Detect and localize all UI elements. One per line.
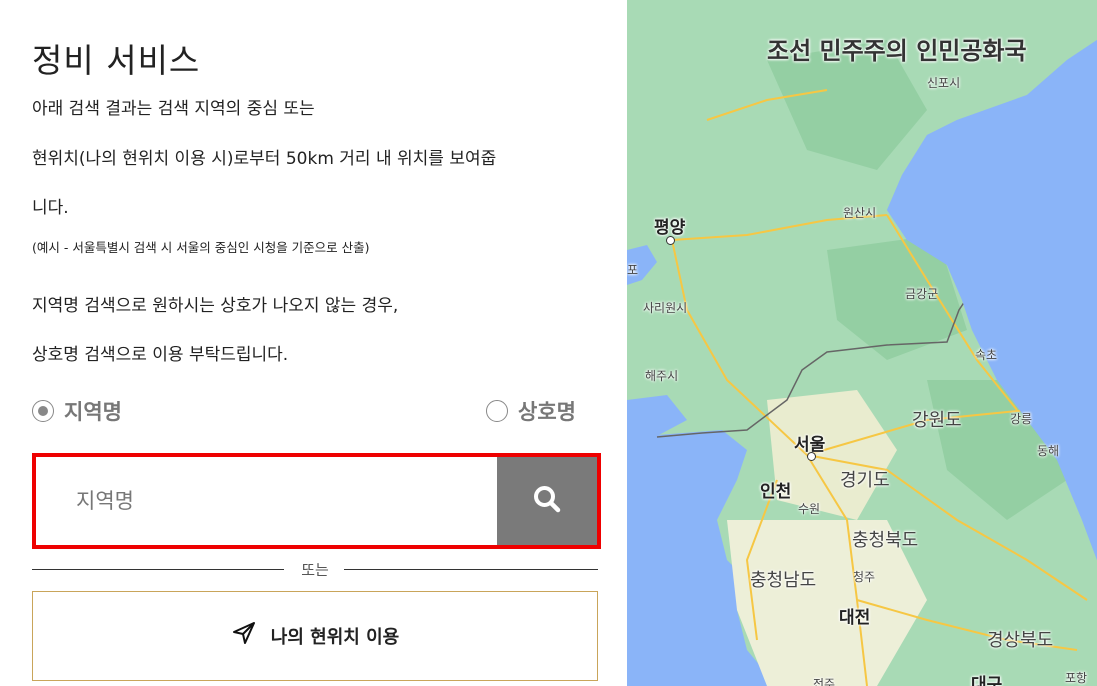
description-line-5: 상호명 검색으로 이용 부탁드립니다. (32, 345, 289, 365)
map-label-gyeongbuk: 경상북도 (987, 630, 1054, 651)
search-button[interactable] (497, 457, 597, 545)
description-note: (예시 - 서울특별시 검색 시 서울의 중심인 시청을 기준으로 산출) (32, 240, 370, 255)
map-label-sinpo: 신포시 (927, 76, 961, 90)
use-my-location-button[interactable]: 나의 현위치 이용 (32, 591, 598, 681)
map-label-pohang: 포항 (1065, 671, 1088, 685)
map-label-chungnam: 충청남도 (750, 570, 817, 591)
map-country-label: 조선 민주주의 인민공화국 (767, 37, 1027, 65)
search-input[interactable] (36, 457, 497, 545)
description-line-1: 아래 검색 결과는 검색 지역의 중심 또는 (32, 99, 315, 119)
service-panel: 정비 서비스 아래 검색 결과는 검색 지역의 중심 또는 현위치(나의 현위치… (0, 0, 627, 686)
description-line-4: 지역명 검색으로 원하시는 상호가 나오지 않는 경우, (32, 296, 399, 316)
use-my-location-label: 나의 현위치 이용 (270, 627, 400, 648)
map-label-jeonju: 전주 (813, 677, 836, 686)
map-label-kumgang: 금강군 (905, 287, 939, 301)
radio-region-label: 지역명 (64, 400, 122, 424)
search-box (32, 453, 601, 549)
map-label-gangneung: 강릉 (1010, 412, 1033, 426)
map-label-cheongju: 청주 (853, 570, 876, 584)
radio-shop-label: 상호명 (518, 400, 576, 424)
or-divider: 또는 (32, 558, 598, 580)
radio-region-option[interactable]: 지역명 (32, 396, 122, 426)
search-icon (532, 484, 562, 518)
or-text: 또는 (301, 561, 329, 579)
map-marker-seoul (807, 452, 816, 461)
map-marker-pyongyang (666, 236, 675, 245)
description-line-2: 현위치(나의 현위치 이용 시)로부터 50km 거리 내 위치를 보여줍 (32, 149, 497, 169)
description-line-3: 니다. (32, 198, 69, 218)
map-label-suwon: 수원 (798, 502, 821, 516)
map-label-daegu: 대구 (971, 675, 1003, 686)
map-label-gangwon: 강원도 (912, 410, 962, 431)
map-label-wonsan: 원산시 (843, 206, 877, 220)
map-label-pyongyang: 평양 (654, 218, 686, 238)
map-label-nampo: 포 (627, 263, 639, 277)
map-label-gyeonggi: 경기도 (840, 470, 890, 491)
radio-shop-option[interactable]: 상호명 (486, 396, 576, 426)
map-label-sariwon: 사리원시 (643, 301, 688, 315)
map-label-chungbuk: 충청북도 (852, 530, 919, 551)
map-label-daejeon: 대전 (839, 608, 871, 628)
radio-unselected-icon[interactable] (486, 400, 508, 422)
map-label-haeju: 해주시 (645, 369, 679, 383)
map-view[interactable]: 조선 민주주의 인민공화국 신포시 원산시 평양 포 사리원시 금강군 해주시 … (627, 0, 1097, 686)
map-label-donghae: 동해 (1037, 444, 1060, 458)
navigation-arrow-icon (231, 621, 257, 651)
radio-selected-icon[interactable] (32, 400, 54, 422)
map-label-incheon: 인천 (760, 482, 792, 502)
page-title: 정비 서비스 (32, 41, 201, 80)
map-label-sokcho: 속초 (975, 348, 998, 362)
